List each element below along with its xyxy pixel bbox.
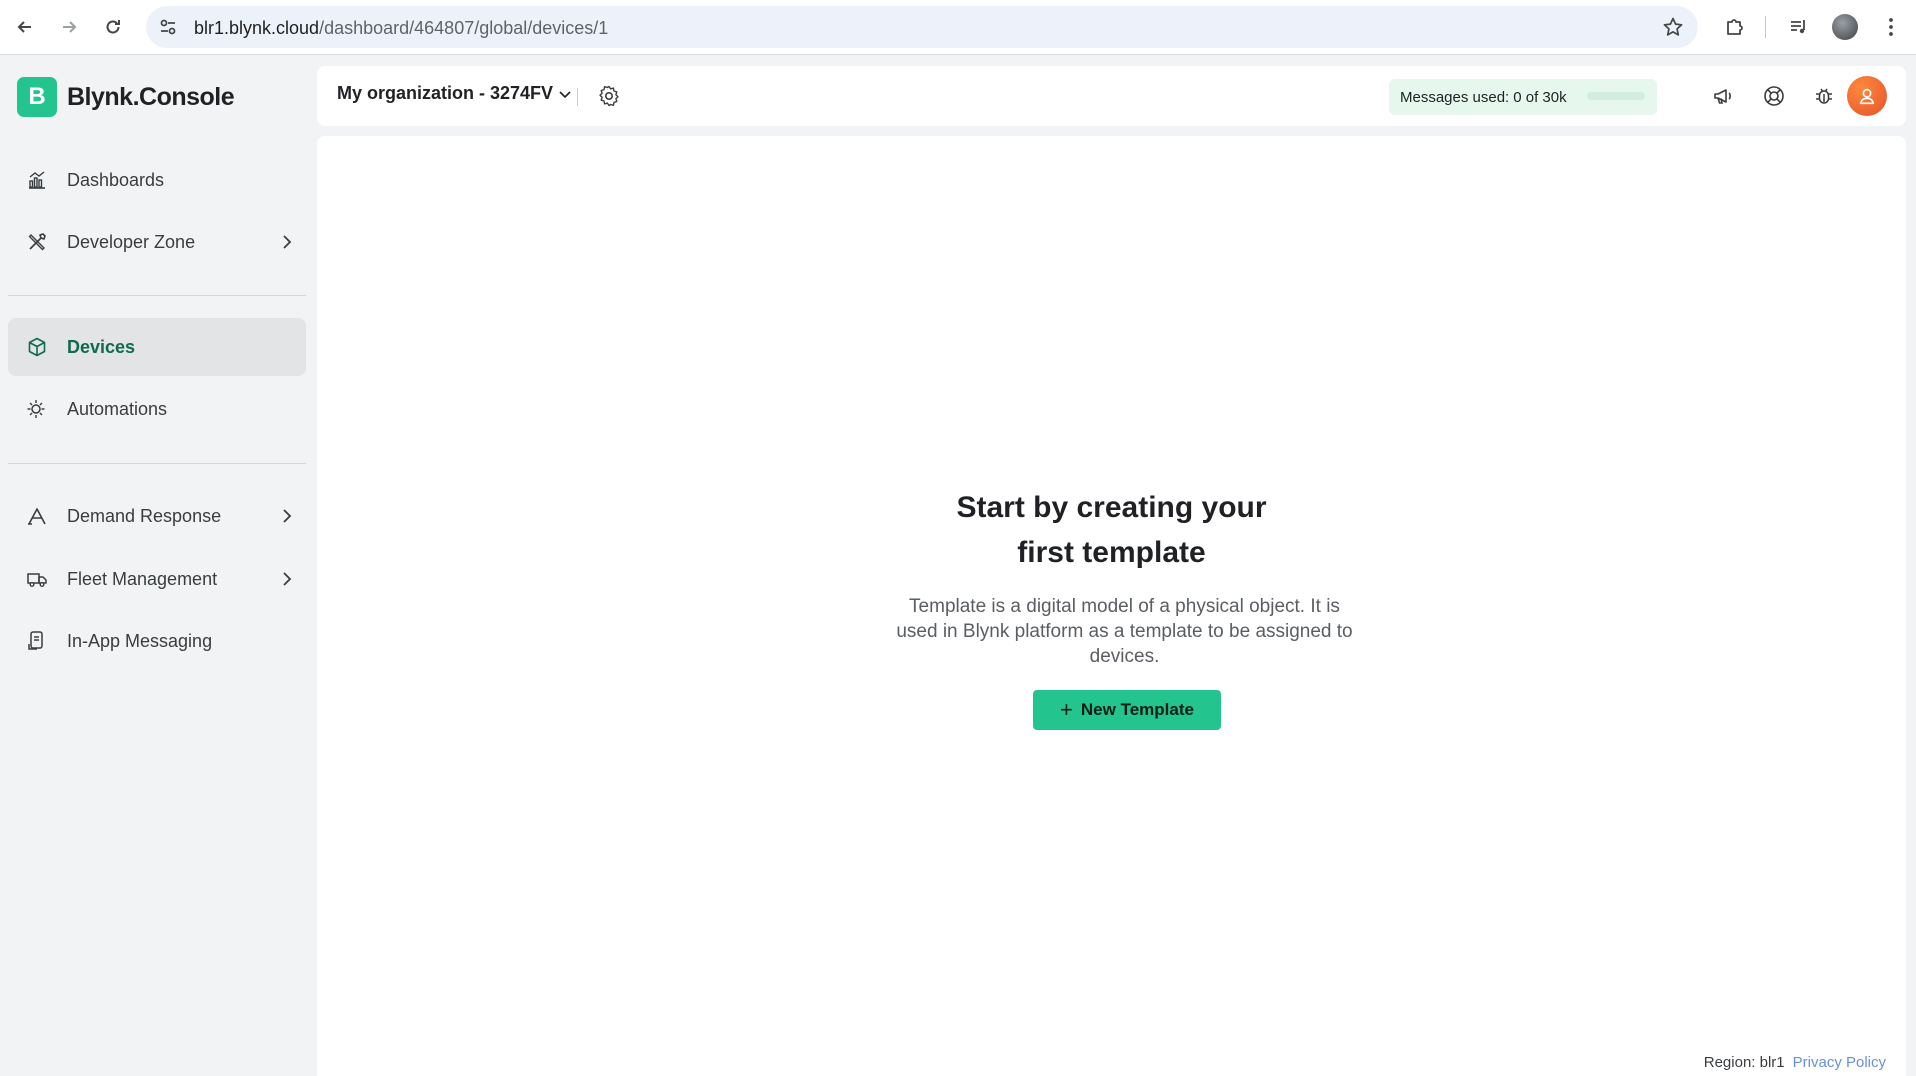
chevron-right-icon xyxy=(283,235,292,249)
empty-state-title-line1: Start by creating your xyxy=(956,491,1267,524)
reload-icon xyxy=(106,20,120,34)
sidebar-divider xyxy=(8,295,306,296)
sidebar-item-label: Automations xyxy=(67,398,168,419)
chart-icon xyxy=(25,168,49,192)
sidebar-item-automations[interactable]: Automations xyxy=(8,380,306,438)
profile-avatar xyxy=(1832,14,1858,40)
messages-usage-badge[interactable]: Messages used: 0 of 30k xyxy=(1389,79,1657,115)
empty-state: Start by creating your first template Te… xyxy=(317,136,1906,1076)
topbar-separator xyxy=(577,88,578,106)
address-bar[interactable]: blr1.blynk.cloud/dashboard/464807/global… xyxy=(146,6,1698,48)
puzzle-icon xyxy=(1727,19,1743,35)
organization-selector[interactable]: My organization - 3274FV xyxy=(337,83,573,104)
sidebar-item-devices[interactable]: Devices xyxy=(8,318,306,376)
bookmark-star-icon[interactable] xyxy=(1662,16,1684,38)
empty-state-description: Template is a digital model of a physica… xyxy=(896,596,1353,667)
extensions-button[interactable] xyxy=(1718,10,1752,44)
footer: Region: blr1 Privacy Policy xyxy=(1704,1054,1886,1071)
messages-value: 0 of 30k xyxy=(1513,88,1567,106)
reload-button[interactable] xyxy=(96,10,130,44)
profile-button[interactable] xyxy=(1828,10,1862,44)
sidebar-item-demand-response[interactable]: Demand Response xyxy=(8,487,306,545)
brand[interactable]: B Blynk.Console xyxy=(17,77,235,117)
sidebar-item-developer-zone[interactable]: Developer Zone xyxy=(8,213,306,271)
site-settings-icon[interactable] xyxy=(158,17,178,37)
media-control-button[interactable] xyxy=(1782,10,1816,44)
report-bug-button[interactable] xyxy=(1810,82,1838,110)
user-icon xyxy=(1859,88,1875,105)
toolbar-separator xyxy=(1765,16,1766,38)
sidebar-item-label: Fleet Management xyxy=(67,568,218,589)
lifebuoy-icon xyxy=(1764,86,1784,106)
sidebar-item-label: In-App Messaging xyxy=(67,630,213,651)
blynk-logo: B xyxy=(17,77,57,117)
app-container: B Blynk.Console Dashboards Developer Zon… xyxy=(0,56,1916,1076)
announcements-button[interactable] xyxy=(1710,82,1738,110)
forward-arrow-icon xyxy=(63,21,77,33)
sidebar-item-label: Developer Zone xyxy=(67,231,196,252)
back-arrow-icon xyxy=(17,21,31,33)
messages-label: Messages used: xyxy=(1400,88,1510,106)
sidebar-item-label: Dashboards xyxy=(67,169,165,190)
messages-progress-bar xyxy=(1587,92,1645,100)
help-button[interactable] xyxy=(1760,82,1788,110)
megaphone-icon xyxy=(1714,89,1731,104)
sidebar-item-in-app-messaging[interactable]: In-App Messaging xyxy=(8,612,306,670)
brand-name: Blynk.Console xyxy=(67,82,235,111)
forward-button[interactable] xyxy=(52,10,86,44)
user-avatar[interactable] xyxy=(1847,76,1887,116)
empty-state-title-line2: first template xyxy=(1017,536,1206,569)
new-template-button[interactable]: + New Template xyxy=(1033,690,1221,730)
privacy-policy-link[interactable]: Privacy Policy xyxy=(1793,1054,1886,1071)
browser-toolbar: blr1.blynk.cloud/dashboard/464807/global… xyxy=(0,0,1916,55)
plus-icon: + xyxy=(1060,697,1073,722)
demand-response-icon xyxy=(25,504,49,528)
url-text: blr1.blynk.cloud/dashboard/464807/global… xyxy=(194,18,609,38)
new-template-label: New Template xyxy=(1080,700,1194,719)
back-button[interactable] xyxy=(8,10,42,44)
chevron-right-icon xyxy=(283,509,292,523)
sidebar-item-label: Devices xyxy=(67,336,136,357)
sidebar: B Blynk.Console Dashboards Developer Zon… xyxy=(0,56,316,1076)
bug-icon xyxy=(1816,88,1832,104)
truck-icon xyxy=(25,567,49,591)
messaging-icon xyxy=(25,629,49,653)
chevron-right-icon xyxy=(283,572,292,586)
sidebar-item-label: Demand Response xyxy=(67,505,222,526)
cube-icon xyxy=(25,335,49,359)
tools-icon xyxy=(25,230,49,254)
topbar: My organization - 3274FV Messages used: … xyxy=(317,66,1906,126)
sidebar-item-fleet-management[interactable]: Fleet Management xyxy=(8,550,306,608)
organization-name: My organization - 3274FV xyxy=(337,83,554,103)
main-content: Start by creating your first template Te… xyxy=(317,136,1906,1076)
playlist-icon xyxy=(1791,20,1805,34)
kebab-menu-icon xyxy=(1889,18,1893,36)
chevron-down-icon xyxy=(559,90,571,98)
sidebar-item-dashboards[interactable]: Dashboards xyxy=(8,151,306,209)
automation-icon xyxy=(25,397,49,421)
region-text: Region: blr1 xyxy=(1703,1054,1785,1071)
gear-icon[interactable] xyxy=(597,84,621,108)
sidebar-divider xyxy=(8,463,306,464)
browser-menu-button[interactable] xyxy=(1874,10,1908,44)
